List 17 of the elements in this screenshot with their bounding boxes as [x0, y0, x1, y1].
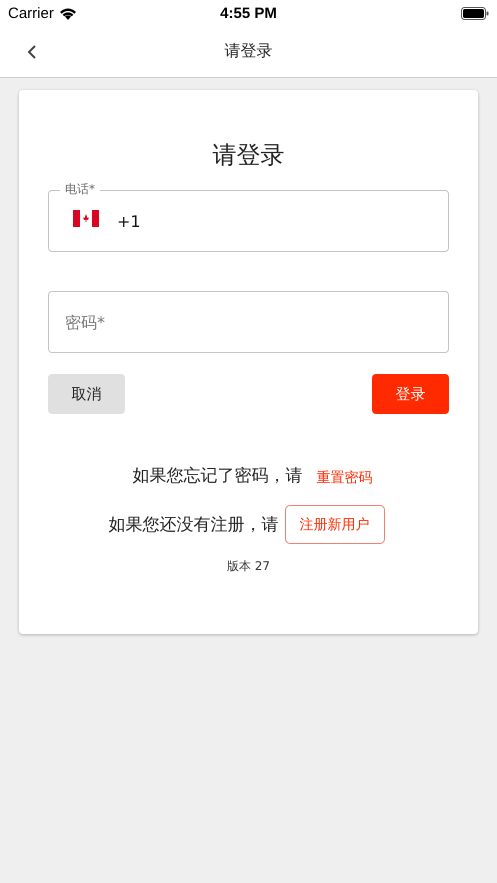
carrier-label: Carrier	[8, 4, 54, 22]
forgot-text: 如果您忘记了密码，请	[132, 465, 302, 487]
flag-icon	[73, 210, 99, 227]
login-heading: 请登录	[212, 140, 286, 171]
version-text: 版本 27	[226, 558, 272, 575]
battery-icon	[461, 6, 489, 20]
back-icon[interactable]	[27, 44, 37, 60]
register-text: 如果您还没有注册，请	[108, 514, 278, 536]
field-label: 电话*	[60, 181, 100, 197]
login-button[interactable]: 登录	[372, 374, 449, 414]
reset-password-link[interactable]: 重置密码	[316, 468, 372, 486]
cancel-button[interactable]: 取消	[48, 374, 125, 414]
nav-title: 请登录	[224, 41, 272, 62]
register-button[interactable]: 注册新用户	[284, 505, 384, 544]
password-field[interactable]: 密码*	[48, 291, 449, 353]
clock-time: 4:55 PM	[219, 4, 278, 22]
wifi-icon	[58, 6, 77, 20]
